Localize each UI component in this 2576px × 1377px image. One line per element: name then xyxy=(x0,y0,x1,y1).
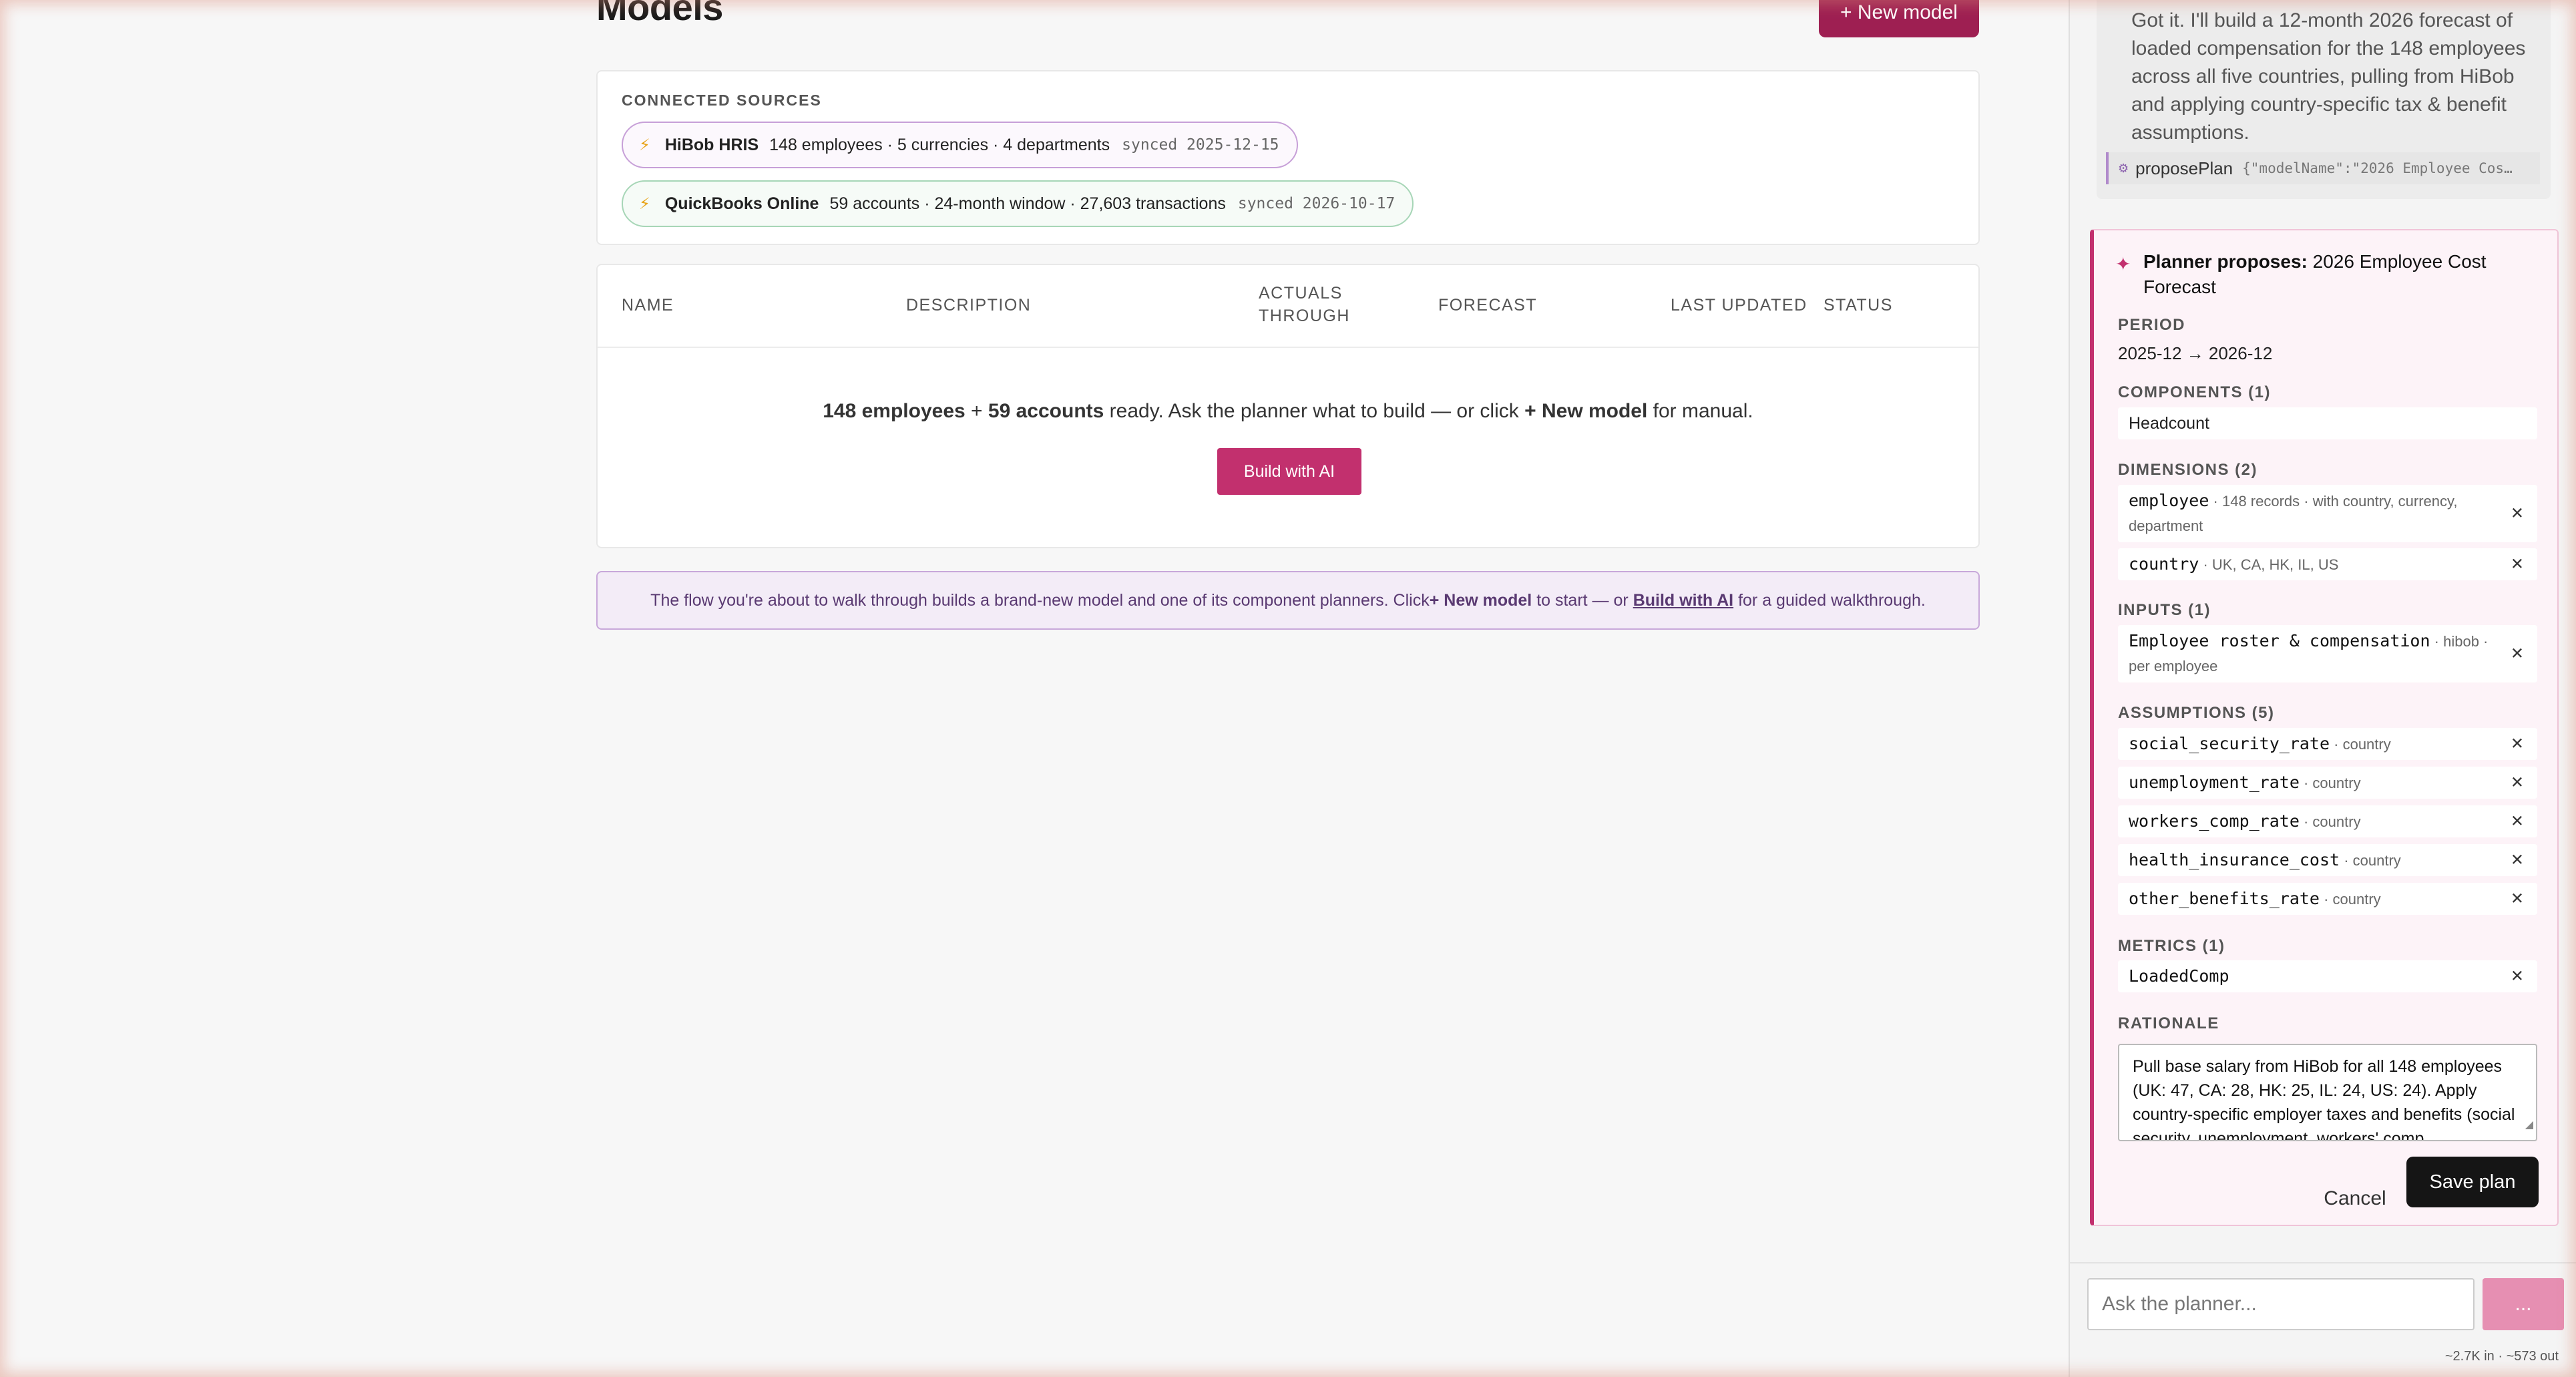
bolt-icon: ⚡ xyxy=(639,136,650,154)
banner-text-3: for a guided walkthrough. xyxy=(1733,590,1926,610)
resize-handle-icon[interactable]: ◢ xyxy=(2525,1113,2533,1137)
plan-proposal-card: ✦ Planner proposes: 2026 Employee Cost F… xyxy=(2090,229,2559,1226)
table-header-divider xyxy=(598,347,1978,348)
metric-item[interactable]: LoadedComp ✕ xyxy=(2118,960,2537,992)
assistant-message-text: Got it. I'll build a 12-month 2026 forec… xyxy=(2131,9,2526,144)
assumption-item[interactable]: unemployment_rate · country ✕ xyxy=(2118,767,2537,799)
banner-text: The flow you're about to walk through bu… xyxy=(650,590,1430,610)
source-name: HiBob HRIS xyxy=(664,135,759,154)
column-header-actuals-through[interactable]: ACTUALS THROUGH xyxy=(1259,282,1350,327)
empty-state-message: 148 employees + 59 accounts ready. Ask t… xyxy=(598,400,1978,423)
rationale-label: RATIONALE xyxy=(2118,1014,2219,1032)
plan-prefix: Planner proposes: xyxy=(2143,251,2308,272)
tool-call-name: proposePlan xyxy=(2135,158,2233,178)
accounts-count: 59 accounts xyxy=(988,400,1104,422)
dimension-name: employee xyxy=(2129,491,2209,510)
dimension-name: country xyxy=(2129,554,2199,574)
assumption-meta: · country xyxy=(2330,735,2391,753)
remove-icon[interactable]: ✕ xyxy=(2511,555,2524,574)
column-header-description[interactable]: DESCRIPTION xyxy=(906,294,1031,317)
components-label: COMPONENTS (1) xyxy=(2118,383,2272,401)
assumption-name: other_benefits_rate xyxy=(2129,888,2320,908)
inputs-label: INPUTS (1) xyxy=(2118,601,2211,619)
remove-icon[interactable]: ✕ xyxy=(2511,851,2524,870)
planner-side-panel: Got it. I'll build a 12-month 2026 forec… xyxy=(2069,0,2576,1377)
remove-icon[interactable]: ✕ xyxy=(2511,773,2524,793)
assumption-meta: · country xyxy=(2299,813,2361,830)
assumption-name: unemployment_rate xyxy=(2129,772,2300,792)
source-meta: 148 employees · 5 currencies · 4 departm… xyxy=(769,135,1110,154)
remove-icon[interactable]: ✕ xyxy=(2511,735,2524,754)
assumption-meta: · country xyxy=(2299,774,2361,791)
dimension-item[interactable]: employee · 148 records · with country, c… xyxy=(2118,485,2537,542)
remove-icon[interactable]: ✕ xyxy=(2511,967,2524,986)
send-button[interactable]: ... xyxy=(2483,1278,2564,1330)
assumption-name: social_security_rate xyxy=(2129,733,2330,753)
cancel-button[interactable]: Cancel xyxy=(2312,1180,2398,1217)
banner-new-model: + New model xyxy=(1429,590,1532,610)
plan-header: ✦ Planner proposes: 2026 Employee Cost F… xyxy=(2115,249,2543,300)
dimension-item[interactable]: country · UK, CA, HK, IL, US ✕ xyxy=(2118,548,2537,580)
source-pill-quickbooks[interactable]: ⚡ QuickBooks Online 59 accounts · 24-mon… xyxy=(622,180,1414,227)
bolt-icon: ⚡ xyxy=(639,194,650,213)
save-plan-button[interactable]: Save plan xyxy=(2406,1157,2539,1207)
period-label: PERIOD xyxy=(2118,316,2186,334)
assumption-item[interactable]: other_benefits_rate · country ✕ xyxy=(2118,883,2537,915)
tool-call-args: {"modelName":"2026 Employee Cos… xyxy=(2242,160,2513,176)
tool-call-chip[interactable]: ⚙ proposePlan {"modelName":"2026 Employe… xyxy=(2106,152,2540,184)
page-title: Models xyxy=(596,0,723,28)
chat-composer: ... ~2.7K in · ~573 out xyxy=(2070,1262,2576,1377)
models-table: NAME DESCRIPTION ACTUALS THROUGH FORECAS… xyxy=(596,264,1980,548)
column-header-name[interactable]: NAME xyxy=(622,294,674,317)
new-model-button[interactable]: + New model xyxy=(1819,0,1979,37)
assumptions-label: ASSUMPTIONS (5) xyxy=(2118,704,2275,722)
banner-build-with-ai-link[interactable]: Build with AI xyxy=(1633,591,1733,610)
assumption-meta: · country xyxy=(2319,890,2381,908)
walkthrough-banner: The flow you're about to walk through bu… xyxy=(596,571,1980,630)
assumption-item[interactable]: health_insurance_cost · country ✕ xyxy=(2118,844,2537,876)
empty-state-end: for manual. xyxy=(1647,400,1753,422)
metrics-label: METRICS (1) xyxy=(2118,937,2225,955)
assumption-item[interactable]: social_security_rate · country ✕ xyxy=(2118,728,2537,760)
column-header-forecast[interactable]: FORECAST xyxy=(1438,294,1537,317)
employees-count: 148 employees xyxy=(823,400,965,422)
rationale-textarea[interactable]: Pull base salary from HiBob for all 148 … xyxy=(2118,1044,2537,1141)
source-pill-hibob[interactable]: ⚡ HiBob HRIS 148 employees · 5 currencie… xyxy=(622,122,1298,168)
input-item[interactable]: Employee roster & compensation · hibob ·… xyxy=(2118,625,2537,682)
assumption-item[interactable]: workers_comp_rate · country ✕ xyxy=(2118,805,2537,837)
remove-icon[interactable]: ✕ xyxy=(2511,890,2524,909)
new-model-reference: + New model xyxy=(1524,400,1648,422)
banner-text-2: to start — or xyxy=(1532,590,1633,610)
assumption-name: workers_comp_rate xyxy=(2129,811,2300,831)
dimension-meta: · UK, CA, HK, IL, US xyxy=(2199,556,2339,573)
remove-icon[interactable]: ✕ xyxy=(2511,644,2524,664)
remove-icon[interactable]: ✕ xyxy=(2511,504,2524,524)
connected-sources-label: CONNECTED SOURCES xyxy=(622,91,822,109)
empty-state-text: ready. Ask the planner what to build — o… xyxy=(1104,400,1525,422)
source-synced: synced 2025-12-15 xyxy=(1122,136,1279,154)
component-name: Headcount xyxy=(2129,414,2209,433)
metric-name: LoadedComp xyxy=(2129,966,2229,986)
remove-icon[interactable]: ✕ xyxy=(2511,812,2524,831)
assumption-meta: · country xyxy=(2340,851,2401,869)
column-header-status[interactable]: STATUS xyxy=(1823,294,1893,317)
token-usage: ~2.7K in · ~573 out xyxy=(2444,1349,2559,1364)
connected-sources-card: CONNECTED SOURCES ⚡ HiBob HRIS 148 emplo… xyxy=(596,70,1980,245)
models-main-area: Models + New model CONNECTED SOURCES ⚡ H… xyxy=(0,0,2069,1377)
build-with-ai-button[interactable]: Build with AI xyxy=(1217,448,1361,495)
assumption-name: health_insurance_cost xyxy=(2129,849,2340,869)
plus-text: + xyxy=(965,400,988,422)
source-name: QuickBooks Online xyxy=(664,194,819,213)
ask-planner-input[interactable] xyxy=(2087,1278,2475,1330)
rationale-text: Pull base salary from HiBob for all 148 … xyxy=(2133,1057,2515,1141)
period-value: 2025-12 → 2026-12 xyxy=(2118,343,2273,363)
dimensions-label: DIMENSIONS (2) xyxy=(2118,461,2258,479)
sparkle-icon: ✦ xyxy=(2115,254,2131,274)
tool-call-icon: ⚙ xyxy=(2118,161,2129,175)
source-meta: 59 accounts · 24-month window · 27,603 t… xyxy=(829,194,1226,213)
column-header-last-updated[interactable]: LAST UPDATED xyxy=(1671,294,1807,317)
input-name: Employee roster & compensation xyxy=(2129,631,2430,650)
component-item[interactable]: Headcount xyxy=(2118,407,2537,439)
source-synced: synced 2026-10-17 xyxy=(1237,195,1396,212)
